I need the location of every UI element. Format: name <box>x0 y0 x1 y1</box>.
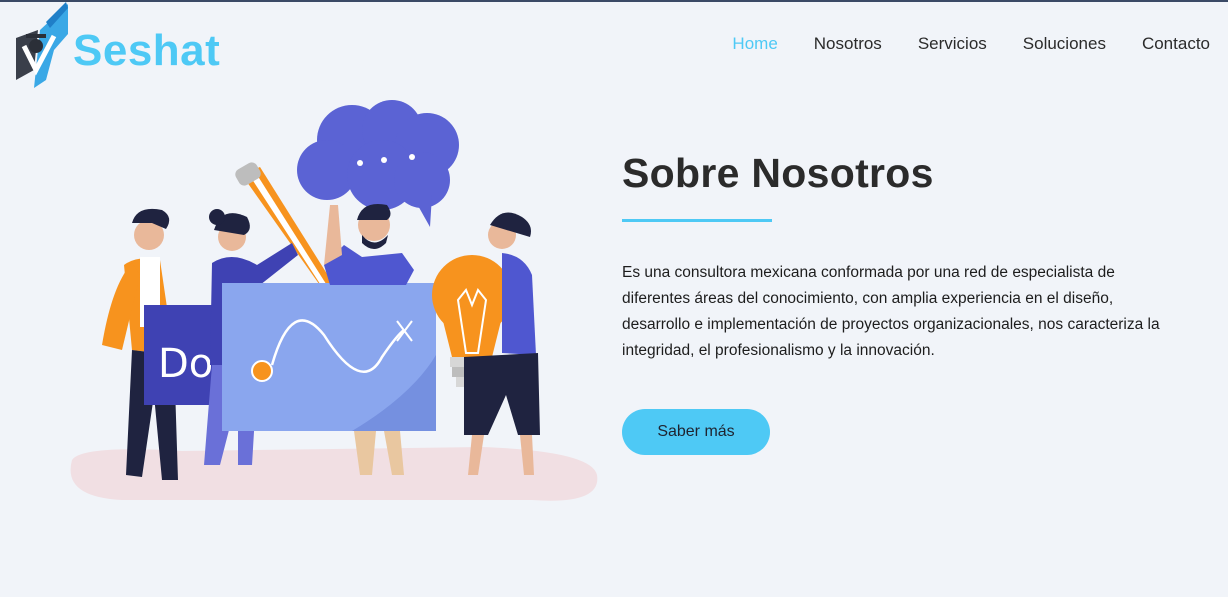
page-title: Sobre Nosotros <box>622 150 934 196</box>
saber-mas-button[interactable]: Saber más <box>622 408 770 455</box>
main-nav: Home Nosotros Servicios Soluciones Conta… <box>732 34 1210 54</box>
title-underline <box>622 219 772 222</box>
site-header: Seshat Home Nosotros Servicios Solucione… <box>0 0 1228 92</box>
nav-soluciones[interactable]: Soluciones <box>1023 34 1106 54</box>
brand-name: Seshat <box>73 26 221 75</box>
seshat-logo-icon <box>16 2 68 88</box>
nav-servicios[interactable]: Servicios <box>918 34 987 54</box>
whiteboard <box>222 283 436 431</box>
logo[interactable]: Seshat <box>10 0 240 92</box>
about-section: Sobre Nosotros Es una consultora mexican… <box>622 150 1182 455</box>
team-collaboration-illustration: Do! <box>70 100 598 501</box>
about-description: Es una consultora mexicana conformada po… <box>622 264 1160 359</box>
nav-nosotros[interactable]: Nosotros <box>814 34 882 54</box>
nav-contacto[interactable]: Contacto <box>1142 34 1210 54</box>
nav-home[interactable]: Home <box>732 34 777 54</box>
